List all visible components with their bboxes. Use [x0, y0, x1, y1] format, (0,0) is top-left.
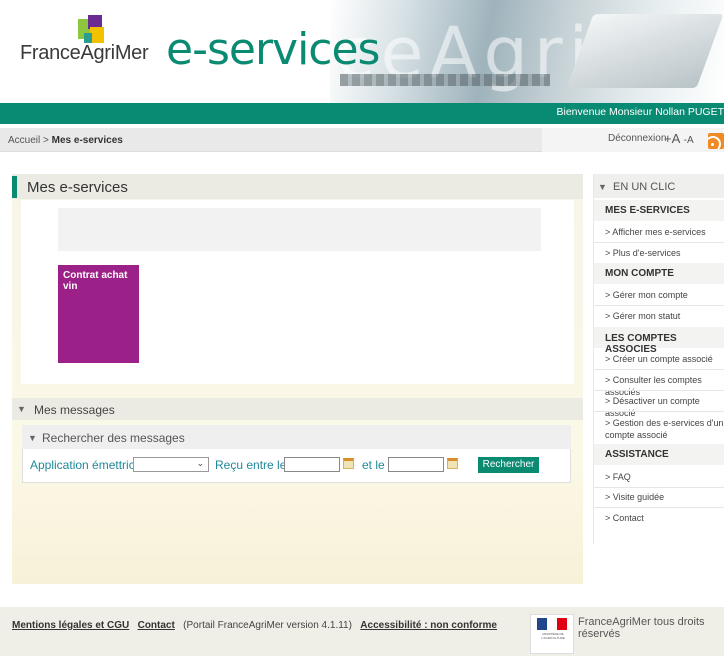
brand-name: FranceAgriMer: [20, 42, 149, 64]
sidebar-item-contact[interactable]: > Contact: [605, 512, 724, 524]
divider: [594, 305, 724, 306]
divider: [594, 411, 724, 412]
title-accent: [12, 176, 17, 198]
sidebar-item-faq[interactable]: > FAQ: [605, 471, 724, 483]
and-label: et le: [362, 458, 385, 472]
ministry-logo-text: MINISTÈRE DE L'AGRICULTURE: [541, 632, 565, 640]
eservice-tile-contrat-achat-vin[interactable]: Contrat achat vin: [58, 265, 139, 363]
message-search-title: Rechercher des messages: [42, 431, 185, 445]
franceagrimer-logo-icon: [78, 15, 106, 43]
sidebar-item-desactiver-compte-associe[interactable]: > Désactiver un compte associé: [605, 395, 724, 419]
calendar-icon[interactable]: [447, 458, 458, 469]
page-title: Mes e-services: [27, 179, 128, 196]
eservices-filter-area: [58, 208, 541, 251]
header-banner-image: ceAgriM: [330, 0, 724, 103]
divider: [594, 369, 724, 370]
font-increase-button[interactable]: +A: [664, 131, 680, 146]
application-label: Application émettrice: [30, 458, 142, 472]
divider: [594, 242, 724, 243]
sidebar-item-gestion-eservices-associe[interactable]: > Gestion des e-services d'un compte ass…: [605, 417, 724, 441]
chevron-down-icon[interactable]: ▼: [17, 404, 26, 414]
sidebar-item-creer-compte-associe[interactable]: > Créer un compte associé: [605, 353, 724, 365]
breadcrumb: Accueil > Mes e-services: [8, 135, 123, 146]
sidebar-section-title: MON COMPTE: [605, 268, 674, 279]
application-select[interactable]: ⌄: [133, 457, 209, 472]
sidebar-item-gerer-statut[interactable]: > Gérer mon statut: [605, 310, 724, 322]
messages-title: Mes messages: [34, 403, 115, 417]
font-size-controls: +A -A: [664, 131, 694, 146]
contact-link[interactable]: Contact: [138, 620, 175, 631]
calendar-icon[interactable]: [343, 458, 354, 469]
sidebar-section-title: LES COMPTES ASSOCIES: [605, 333, 677, 355]
sidebar-item-visite-guidee[interactable]: > Visite guidée: [605, 491, 724, 503]
breadcrumb-current: Mes e-services: [51, 135, 123, 146]
eservice-tile-label: Contrat achat vin: [63, 270, 128, 292]
sidebar-section-title: MES E-SERVICES: [605, 205, 690, 216]
font-decrease-button[interactable]: -A: [684, 135, 694, 146]
accessibility-link[interactable]: Accessibilité : non conforme: [360, 620, 497, 631]
rss-feed-icon[interactable]: [708, 133, 724, 149]
chevron-down-icon[interactable]: ▼: [28, 433, 37, 443]
breadcrumb-home-link[interactable]: Accueil: [8, 135, 40, 146]
date-to-input[interactable]: [388, 457, 444, 472]
breadcrumb-separator: >: [40, 135, 52, 146]
search-button[interactable]: Rechercher: [478, 457, 539, 473]
footer-links: Mentions légales et CGU Contact (Portail…: [12, 620, 497, 631]
received-between-label: Reçu entre le: [215, 458, 287, 472]
divider: [594, 390, 724, 391]
legal-link[interactable]: Mentions légales et CGU: [12, 620, 129, 631]
site-title: e-services: [166, 24, 380, 75]
ministry-logo: MINISTÈRE DE L'AGRICULTURE: [530, 614, 574, 654]
header: FranceAgriMer ceAgriM e-services: [0, 0, 724, 103]
date-from-input[interactable]: [284, 457, 340, 472]
divider: [594, 487, 724, 488]
sidebar-item-plus-eservices[interactable]: > Plus d'e-services: [605, 247, 724, 259]
chevron-down-icon: ⌄: [196, 458, 204, 468]
welcome-text: Bienvenue Monsieur Nollan PUGET: [556, 106, 724, 118]
chevron-down-icon[interactable]: ▼: [598, 182, 607, 192]
sidebar-section-title: ASSISTANCE: [605, 449, 669, 460]
sidebar-item-afficher-eservices[interactable]: > Afficher mes e-services: [605, 226, 724, 238]
sidebar-title: EN UN CLIC: [613, 181, 676, 193]
sidebar-item-gerer-compte[interactable]: > Gérer mon compte: [605, 289, 724, 301]
rights-text: FranceAgriMer tous droits réservés: [578, 616, 705, 640]
portal-version: (Portail FranceAgriMer version 4.1.11): [183, 620, 352, 631]
divider: [594, 507, 724, 508]
logout-link[interactable]: Déconnexion: [608, 133, 666, 144]
french-flag-icon: [537, 618, 567, 630]
